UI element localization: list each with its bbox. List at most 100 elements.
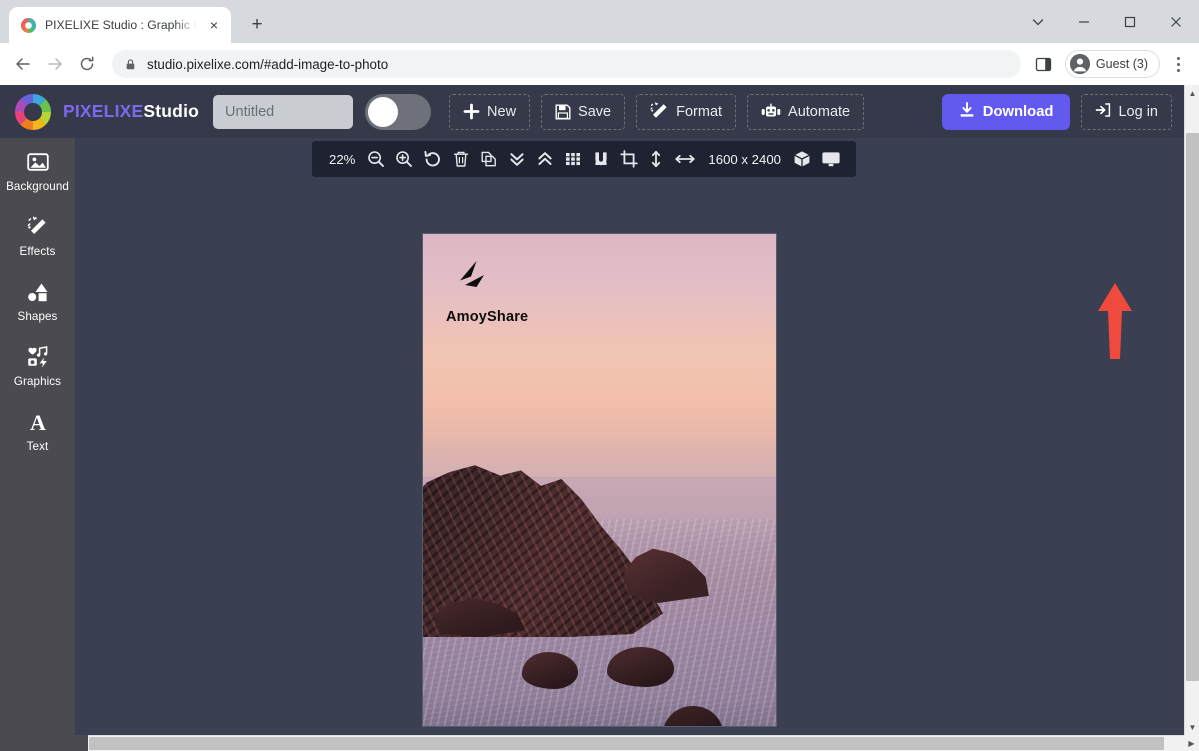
undo-icon[interactable] xyxy=(418,141,447,177)
lock-icon xyxy=(124,58,137,71)
duplicate-icon[interactable] xyxy=(475,141,503,177)
document-title-input[interactable] xyxy=(213,94,354,129)
sidebar-item-label: Text xyxy=(26,440,49,453)
new-button-label: New xyxy=(487,103,517,120)
kebab-dot xyxy=(1176,68,1180,72)
toolbar-right-group: Guest (3) xyxy=(1029,49,1191,79)
canvas-dimensions-label: 1600 x 2400 xyxy=(708,151,782,167)
robot-icon xyxy=(761,103,781,120)
sidebar-item-background[interactable]: Background xyxy=(0,138,75,203)
automate-button-label: Automate xyxy=(788,103,851,120)
forward-arrow-icon[interactable] xyxy=(40,49,70,79)
kebab-menu-icon[interactable] xyxy=(1165,49,1191,79)
page-content: PIXELIXEStudio New Save xyxy=(0,85,1199,751)
download-button-label: Download xyxy=(982,103,1054,120)
toggle-knob xyxy=(368,96,399,127)
download-button[interactable]: Download xyxy=(941,93,1071,130)
vertical-scrollbar-thumb[interactable] xyxy=(1186,133,1199,681)
scroll-up-arrow-icon[interactable]: ▲ xyxy=(1185,85,1199,101)
resize-vertical-icon[interactable] xyxy=(643,141,669,177)
grid-icon[interactable] xyxy=(559,141,587,177)
tab-title: PIXELIXE Studio : Graphic Crea xyxy=(45,18,197,32)
kebab-dot xyxy=(1176,56,1180,60)
browser-tab[interactable]: PIXELIXE Studio : Graphic Crea × xyxy=(9,7,231,43)
horizontal-scrollbar[interactable] xyxy=(88,735,1184,751)
logo-studio-text: Studio xyxy=(143,101,200,121)
header-toggle-switch[interactable] xyxy=(365,93,432,130)
photo-rock xyxy=(521,652,579,690)
vertical-scrollbar[interactable]: ▲ ▼ xyxy=(1184,85,1199,751)
resize-horizontal-icon[interactable] xyxy=(669,141,701,177)
canvas-artboard[interactable]: AmoyShare xyxy=(422,233,777,727)
bottom-left-gutter xyxy=(0,735,88,751)
download-icon xyxy=(959,101,975,122)
left-sidebar: Background Effects Shapes Graphics A Tex… xyxy=(0,138,75,751)
new-button[interactable]: New xyxy=(449,93,531,130)
app-logo[interactable]: PIXELIXEStudio xyxy=(12,91,199,133)
svg-text:A: A xyxy=(30,411,46,433)
save-button-label: Save xyxy=(578,103,612,120)
minimize-icon[interactable] xyxy=(1061,6,1107,38)
shapes-icon xyxy=(27,281,49,303)
letter-a-icon: A xyxy=(27,411,49,433)
pixelixe-color-ring-icon xyxy=(12,91,54,133)
photo-rock xyxy=(606,647,674,687)
sidebar-item-graphics[interactable]: Graphics xyxy=(0,333,75,398)
window-controls xyxy=(1015,0,1199,43)
kebab-dot xyxy=(1176,62,1180,66)
tab-strip: PIXELIXE Studio : Graphic Crea × + xyxy=(0,0,1199,43)
image-icon xyxy=(26,151,49,173)
scroll-down-arrow-icon[interactable]: ▼ xyxy=(1185,719,1199,735)
zoom-out-icon[interactable] xyxy=(362,141,390,177)
amoyshare-logo-icon xyxy=(446,259,498,306)
preview-monitor-icon[interactable] xyxy=(816,141,846,177)
person-avatar-icon xyxy=(1069,54,1090,74)
login-button[interactable]: Log in xyxy=(1081,93,1172,130)
side-panel-icon[interactable] xyxy=(1029,49,1059,79)
magic-wand-icon xyxy=(650,102,669,121)
horizontal-scrollbar-thumb[interactable] xyxy=(89,737,1164,750)
profile-chip[interactable]: Guest (3) xyxy=(1064,50,1160,78)
canvas-photo: AmoyShare xyxy=(423,234,776,726)
floppy-disk-icon xyxy=(555,104,571,120)
tab-close-icon[interactable]: × xyxy=(205,16,223,34)
send-backward-icon[interactable] xyxy=(503,141,531,177)
maximize-icon[interactable] xyxy=(1107,6,1153,38)
3d-box-icon[interactable] xyxy=(788,141,816,177)
sidebar-item-effects[interactable]: Effects xyxy=(0,203,75,268)
crop-icon[interactable] xyxy=(615,141,643,177)
watermark-overlay[interactable]: AmoyShare xyxy=(446,259,528,325)
sidebar-item-label: Effects xyxy=(19,245,56,258)
zoom-in-icon[interactable] xyxy=(390,141,418,177)
sidebar-item-label: Shapes xyxy=(17,310,58,323)
login-button-label: Log in xyxy=(1118,103,1158,120)
canvas-toolbar: 22% 1600 x 2400 xyxy=(312,141,857,177)
address-bar[interactable]: studio.pixelixe.com/#add-image-to-photo xyxy=(112,50,1021,78)
browser-toolbar: studio.pixelixe.com/#add-image-to-photo … xyxy=(0,43,1199,85)
login-arrow-icon xyxy=(1095,102,1111,122)
browser-window: PIXELIXE Studio : Graphic Crea × + xyxy=(0,0,1199,751)
watermark-text: AmoyShare xyxy=(445,308,529,325)
scrollbar-corner[interactable]: ▶ xyxy=(1184,735,1199,751)
save-button[interactable]: Save xyxy=(541,93,626,130)
url-text: studio.pixelixe.com/#add-image-to-photo xyxy=(147,56,389,72)
app-header: PIXELIXEStudio New Save xyxy=(0,85,1184,138)
tab-search-chevron-down-icon[interactable] xyxy=(1015,6,1061,38)
format-button[interactable]: Format xyxy=(636,93,737,130)
new-tab-button[interactable]: + xyxy=(243,11,271,39)
delete-icon[interactable] xyxy=(447,141,475,177)
back-arrow-icon[interactable] xyxy=(8,49,38,79)
reload-icon[interactable] xyxy=(72,49,102,79)
bring-forward-icon[interactable] xyxy=(531,141,559,177)
plus-icon xyxy=(463,103,480,120)
sidebar-item-label: Graphics xyxy=(13,375,62,388)
format-button-label: Format xyxy=(676,103,723,120)
app-logo-text: PIXELIXEStudio xyxy=(63,101,199,122)
sidebar-item-text[interactable]: A Text xyxy=(0,398,75,463)
automate-button[interactable]: Automate xyxy=(747,93,865,130)
close-icon[interactable] xyxy=(1153,6,1199,38)
editor-workspace: 22% 1600 x 2400 AmoyShare xyxy=(75,138,1184,751)
magnet-snap-icon[interactable] xyxy=(587,141,615,177)
magic-wand-icon xyxy=(27,216,49,238)
sidebar-item-shapes[interactable]: Shapes xyxy=(0,268,75,333)
